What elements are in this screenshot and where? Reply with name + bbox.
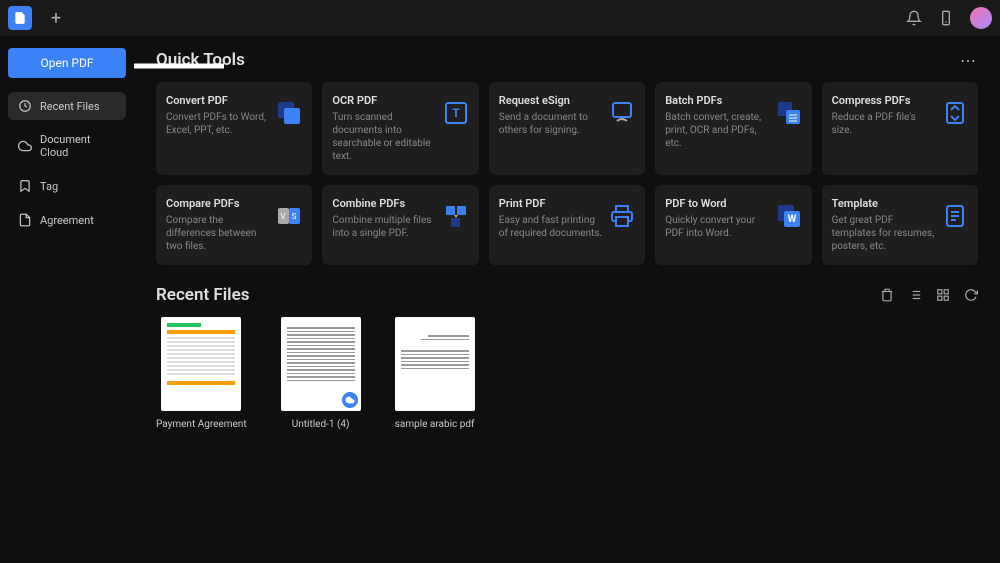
sidebar-label: Tag (40, 180, 58, 193)
combine-icon (443, 203, 469, 229)
file-thumbnail (281, 317, 361, 411)
trash-icon[interactable] (880, 288, 894, 302)
tool-pdf-to-word[interactable]: PDF to WordQuickly convert your PDF into… (655, 185, 811, 265)
print-icon (609, 203, 635, 229)
file-name: Untitled-1 (4) (292, 419, 350, 430)
more-button[interactable]: ⋯ (960, 51, 978, 70)
bell-icon[interactable] (906, 10, 922, 26)
quick-tools-header: Quick Tools ⋯ (156, 50, 978, 70)
svg-text:T: T (452, 106, 460, 120)
user-avatar[interactable] (970, 7, 992, 29)
file-icon (18, 213, 32, 227)
refresh-icon[interactable] (964, 288, 978, 302)
main-content: Quick Tools ⋯ Convert PDFConvert PDFs to… (134, 36, 1000, 563)
sidebar-item-agreement[interactable]: Agreement (8, 206, 126, 234)
file-thumbnail (161, 317, 241, 411)
sidebar-item-recent-files[interactable]: Recent Files (8, 92, 126, 120)
tool-compare-pdfs[interactable]: Compare PDFsCompare the differences betw… (156, 185, 312, 265)
pdf-logo-icon (13, 11, 27, 25)
tool-convert-pdf[interactable]: Convert PDFConvert PDFs to Word, Excel, … (156, 82, 312, 175)
tool-request-esign[interactable]: Request eSignSend a document to others f… (489, 82, 645, 175)
file-thumbnail (395, 317, 475, 411)
esign-icon (609, 100, 635, 126)
tool-ocr-pdf[interactable]: OCR PDFTurn scanned documents into searc… (322, 82, 478, 175)
files-row: Payment Agreement Untitled-1 (4) sample … (156, 317, 978, 430)
list-view-icon[interactable] (908, 288, 922, 302)
compress-icon (942, 100, 968, 126)
svg-text:W: W (787, 214, 796, 225)
convert-icon (276, 100, 302, 126)
tool-compress-pdfs[interactable]: Compress PDFsReduce a PDF file's size. (822, 82, 978, 175)
sidebar: Open PDF Recent Files Document Cloud Tag… (0, 36, 134, 563)
cloud-icon (18, 139, 32, 153)
arrow-annotation (134, 56, 229, 76)
file-item[interactable]: sample arabic pdf (395, 317, 475, 430)
new-tab-button[interactable]: + (48, 10, 64, 26)
tool-batch-pdfs[interactable]: Batch PDFsBatch convert, create, print, … (655, 82, 811, 175)
sidebar-item-document-cloud[interactable]: Document Cloud (8, 126, 126, 166)
cloud-badge-icon (342, 392, 358, 408)
open-pdf-button[interactable]: Open PDF (8, 48, 126, 78)
clock-icon (18, 99, 32, 113)
tool-combine-pdfs[interactable]: Combine PDFsCombine multiple files into … (322, 185, 478, 265)
recent-files-header: Recent Files (156, 285, 978, 305)
app-logo[interactable] (8, 6, 32, 30)
sidebar-item-tag[interactable]: Tag (8, 172, 126, 200)
compare-icon: VS (276, 203, 302, 229)
recent-files-actions (880, 288, 978, 302)
tool-template[interactable]: TemplateGet great PDF templates for resu… (822, 185, 978, 265)
sidebar-label: Document Cloud (40, 133, 116, 159)
file-name: Payment Agreement (156, 419, 247, 430)
sidebar-label: Recent Files (40, 100, 100, 113)
template-icon (942, 203, 968, 229)
batch-icon (776, 100, 802, 126)
sidebar-label: Agreement (40, 214, 94, 227)
titlebar-right (906, 7, 992, 29)
container: Open PDF Recent Files Document Cloud Tag… (0, 36, 1000, 563)
recent-files-title: Recent Files (156, 285, 249, 305)
ocr-icon: T (443, 100, 469, 126)
mobile-icon[interactable] (938, 10, 954, 26)
tools-grid: Convert PDFConvert PDFs to Word, Excel, … (156, 82, 978, 265)
titlebar-left: + (8, 6, 64, 30)
tool-print-pdf[interactable]: Print PDFEasy and fast printing of requi… (489, 185, 645, 265)
grid-view-icon[interactable] (936, 288, 950, 302)
file-item[interactable]: Payment Agreement (156, 317, 247, 430)
titlebar: + (0, 0, 1000, 36)
svg-text:S: S (292, 212, 297, 221)
word-icon: W (776, 203, 802, 229)
svg-text:V: V (281, 212, 286, 221)
file-name: sample arabic pdf (395, 419, 475, 430)
bookmark-icon (18, 179, 32, 193)
file-item[interactable]: Untitled-1 (4) (281, 317, 361, 430)
